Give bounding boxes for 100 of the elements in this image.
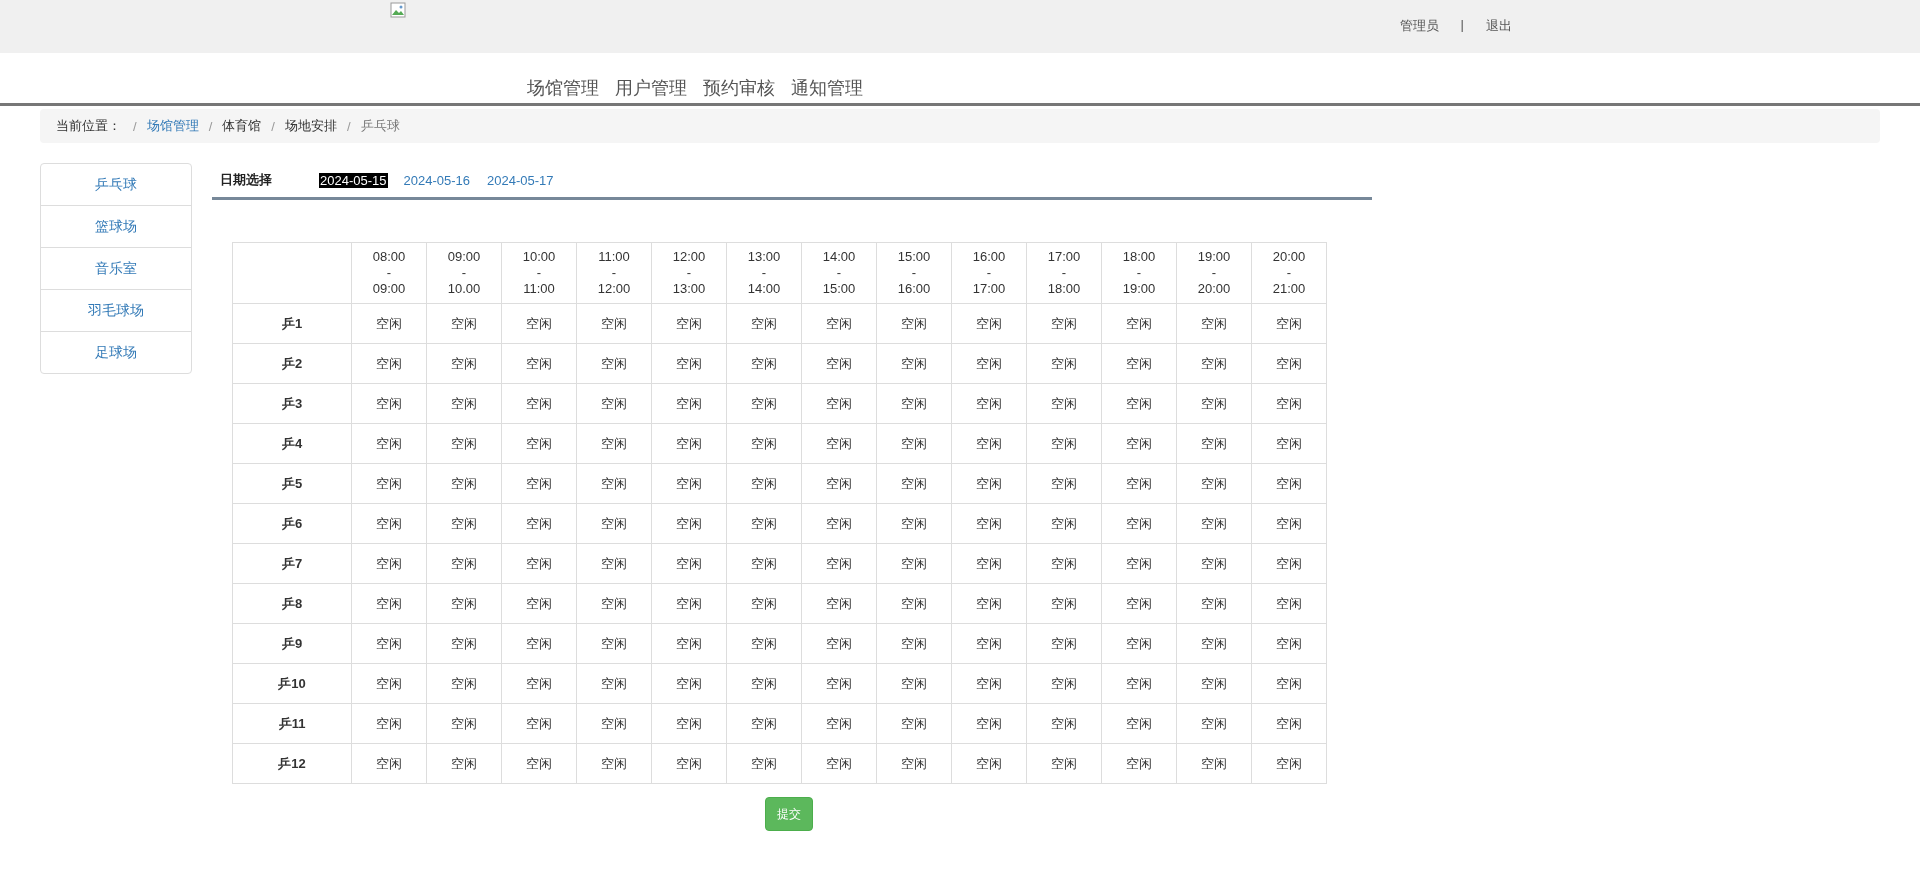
slot-status-cell[interactable]: 空闲	[951, 423, 1027, 464]
slot-status-cell[interactable]: 空闲	[576, 583, 652, 624]
slot-status-cell[interactable]: 空闲	[1101, 383, 1177, 424]
slot-status-cell[interactable]: 空闲	[1176, 503, 1252, 544]
slot-status-cell[interactable]: 空闲	[876, 663, 952, 704]
slot-status-cell[interactable]: 空闲	[501, 343, 577, 384]
slot-status-cell[interactable]: 空闲	[501, 383, 577, 424]
sidebar-item[interactable]: 篮球场	[41, 205, 191, 247]
slot-status-cell[interactable]: 空闲	[1026, 423, 1102, 464]
slot-status-cell[interactable]: 空闲	[951, 543, 1027, 584]
slot-status-cell[interactable]: 空闲	[651, 423, 727, 464]
slot-status-cell[interactable]: 空闲	[426, 303, 502, 344]
slot-status-cell[interactable]: 空闲	[801, 303, 877, 344]
slot-status-cell[interactable]: 空闲	[1026, 343, 1102, 384]
slot-status-cell[interactable]: 空闲	[801, 703, 877, 744]
slot-status-cell[interactable]: 空闲	[1026, 583, 1102, 624]
slot-status-cell[interactable]: 空闲	[576, 303, 652, 344]
slot-status-cell[interactable]: 空闲	[801, 583, 877, 624]
slot-status-cell[interactable]: 空闲	[1176, 383, 1252, 424]
slot-status-cell[interactable]: 空闲	[951, 383, 1027, 424]
slot-status-cell[interactable]: 空闲	[1251, 703, 1327, 744]
slot-status-cell[interactable]: 空闲	[1251, 503, 1327, 544]
sidebar-item[interactable]: 羽毛球场	[41, 289, 191, 331]
slot-status-cell[interactable]: 空闲	[351, 623, 427, 664]
logout-link[interactable]: 退出	[1486, 17, 1512, 35]
slot-status-cell[interactable]: 空闲	[876, 583, 952, 624]
slot-status-cell[interactable]: 空闲	[1176, 543, 1252, 584]
slot-status-cell[interactable]: 空闲	[426, 543, 502, 584]
slot-status-cell[interactable]: 空闲	[1251, 343, 1327, 384]
slot-status-cell[interactable]: 空闲	[501, 663, 577, 704]
slot-status-cell[interactable]: 空闲	[501, 423, 577, 464]
slot-status-cell[interactable]: 空闲	[351, 503, 427, 544]
slot-status-cell[interactable]: 空闲	[1251, 463, 1327, 504]
slot-status-cell[interactable]: 空闲	[1101, 583, 1177, 624]
slot-status-cell[interactable]: 空闲	[651, 463, 727, 504]
slot-status-cell[interactable]: 空闲	[1176, 463, 1252, 504]
slot-status-cell[interactable]: 空闲	[801, 423, 877, 464]
slot-status-cell[interactable]: 空闲	[651, 543, 727, 584]
slot-status-cell[interactable]: 空闲	[801, 663, 877, 704]
slot-status-cell[interactable]: 空闲	[351, 383, 427, 424]
slot-status-cell[interactable]: 空闲	[426, 703, 502, 744]
slot-status-cell[interactable]: 空闲	[1251, 623, 1327, 664]
slot-status-cell[interactable]: 空闲	[351, 543, 427, 584]
slot-status-cell[interactable]: 空闲	[1026, 623, 1102, 664]
slot-status-cell[interactable]: 空闲	[801, 343, 877, 384]
slot-status-cell[interactable]: 空闲	[651, 503, 727, 544]
slot-status-cell[interactable]: 空闲	[351, 703, 427, 744]
slot-status-cell[interactable]: 空闲	[651, 623, 727, 664]
slot-status-cell[interactable]: 空闲	[651, 343, 727, 384]
slot-status-cell[interactable]: 空闲	[1026, 743, 1102, 784]
slot-status-cell[interactable]: 空闲	[1101, 463, 1177, 504]
slot-status-cell[interactable]: 空闲	[576, 743, 652, 784]
slot-status-cell[interactable]: 空闲	[1026, 503, 1102, 544]
slot-status-cell[interactable]: 空闲	[426, 583, 502, 624]
slot-status-cell[interactable]: 空闲	[651, 743, 727, 784]
slot-status-cell[interactable]: 空闲	[876, 343, 952, 384]
slot-status-cell[interactable]: 空闲	[726, 303, 802, 344]
slot-status-cell[interactable]: 空闲	[726, 503, 802, 544]
sidebar-item[interactable]: 音乐室	[41, 247, 191, 289]
slot-status-cell[interactable]: 空闲	[876, 303, 952, 344]
slot-status-cell[interactable]: 空闲	[351, 583, 427, 624]
slot-status-cell[interactable]: 空闲	[876, 423, 952, 464]
slot-status-cell[interactable]: 空闲	[501, 303, 577, 344]
slot-status-cell[interactable]: 空闲	[1176, 583, 1252, 624]
slot-status-cell[interactable]: 空闲	[426, 663, 502, 704]
slot-status-cell[interactable]: 空闲	[426, 743, 502, 784]
slot-status-cell[interactable]: 空闲	[576, 543, 652, 584]
slot-status-cell[interactable]: 空闲	[501, 503, 577, 544]
slot-status-cell[interactable]: 空闲	[951, 623, 1027, 664]
slot-status-cell[interactable]: 空闲	[801, 383, 877, 424]
slot-status-cell[interactable]: 空闲	[801, 463, 877, 504]
slot-status-cell[interactable]: 空闲	[351, 743, 427, 784]
slot-status-cell[interactable]: 空闲	[951, 303, 1027, 344]
slot-status-cell[interactable]: 空闲	[501, 583, 577, 624]
slot-status-cell[interactable]: 空闲	[801, 543, 877, 584]
slot-status-cell[interactable]: 空闲	[651, 383, 727, 424]
slot-status-cell[interactable]: 空闲	[501, 703, 577, 744]
slot-status-cell[interactable]: 空闲	[726, 343, 802, 384]
slot-status-cell[interactable]: 空闲	[501, 543, 577, 584]
slot-status-cell[interactable]: 空闲	[1026, 383, 1102, 424]
slot-status-cell[interactable]: 空闲	[426, 343, 502, 384]
slot-status-cell[interactable]: 空闲	[1101, 303, 1177, 344]
nav-link[interactable]: 预约审核	[703, 76, 775, 100]
slot-status-cell[interactable]: 空闲	[351, 343, 427, 384]
slot-status-cell[interactable]: 空闲	[726, 543, 802, 584]
slot-status-cell[interactable]: 空闲	[576, 463, 652, 504]
slot-status-cell[interactable]: 空闲	[876, 703, 952, 744]
slot-status-cell[interactable]: 空闲	[651, 583, 727, 624]
slot-status-cell[interactable]: 空闲	[576, 623, 652, 664]
slot-status-cell[interactable]: 空闲	[951, 503, 1027, 544]
slot-status-cell[interactable]: 空闲	[351, 303, 427, 344]
slot-status-cell[interactable]: 空闲	[501, 623, 577, 664]
slot-status-cell[interactable]: 空闲	[1251, 423, 1327, 464]
slot-status-cell[interactable]: 空闲	[1101, 543, 1177, 584]
slot-status-cell[interactable]: 空闲	[876, 503, 952, 544]
sidebar-item[interactable]: 乒乓球	[41, 164, 191, 205]
slot-status-cell[interactable]: 空闲	[1101, 663, 1177, 704]
slot-status-cell[interactable]: 空闲	[1251, 663, 1327, 704]
slot-status-cell[interactable]: 空闲	[951, 463, 1027, 504]
slot-status-cell[interactable]: 空闲	[651, 303, 727, 344]
